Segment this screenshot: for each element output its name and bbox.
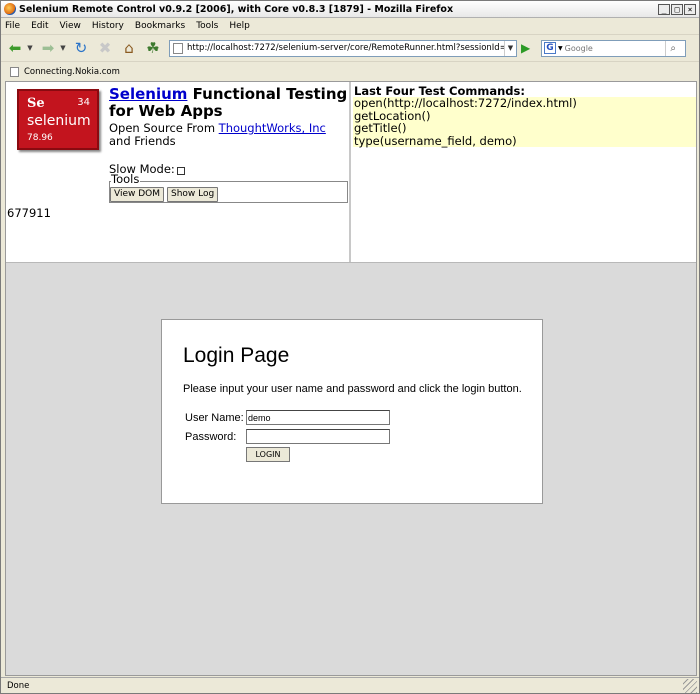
logo-word: selenium [27, 113, 91, 129]
search-icon[interactable]: ⌕ [664, 40, 681, 56]
logo-symbol: Se [27, 96, 45, 111]
status-text: Done [7, 680, 30, 691]
menu-edit[interactable]: Edit [31, 21, 48, 31]
search-input[interactable] [564, 43, 665, 53]
username-row: User Name: [185, 410, 390, 425]
selenium-control-frame: Se 34 selenium 78.96 Selenium Functional… [6, 82, 696, 262]
status-bar: Done [1, 677, 699, 693]
menu-help[interactable]: Help [229, 21, 250, 31]
login-title: Login Page [183, 344, 290, 367]
window-controls: _ □ × [658, 3, 696, 15]
session-id: 677911 [7, 206, 51, 220]
window-title: Selenium Remote Control v0.9.2 [2006], w… [19, 3, 454, 15]
navigation-toolbar: ⬅ ▼ ➡ ▼ ↻ ✖ ⌂ ☘ http://localhost:7272/se… [1, 34, 699, 61]
title-bar: Selenium Remote Control v0.9.2 [2006], w… [1, 1, 699, 18]
password-label: Password: [185, 430, 237, 443]
selenium-info-pane: Se 34 selenium 78.96 Selenium Functional… [6, 82, 351, 262]
menu-bar: File Edit View History Bookmarks Tools H… [1, 18, 699, 34]
login-button[interactable]: LOGIN [246, 447, 290, 462]
forward-arrow-icon[interactable]: ➡ [38, 38, 58, 58]
password-input[interactable] [246, 429, 390, 444]
maximize-button[interactable]: □ [671, 3, 683, 15]
show-log-button[interactable]: Show Log [167, 187, 219, 202]
bookmark-item[interactable]: Connecting.Nokia.com [24, 67, 120, 77]
command-item: open(http://localhost:7272/index.html) [354, 96, 577, 110]
url-dropdown-icon[interactable]: ▼ [504, 40, 516, 56]
browser-window: Selenium Remote Control v0.9.2 [2006], w… [0, 0, 700, 694]
bookmark-page-icon [10, 66, 19, 77]
subtitle-prefix: Open Source From [109, 121, 219, 135]
command-item: getTitle() [354, 121, 407, 135]
selenium-heading: Selenium Functional Testing for Web Apps [109, 86, 349, 120]
forward-dropdown-icon[interactable]: ▼ [59, 38, 67, 58]
selenium-subtitle: Open Source From ThoughtWorks, Inc and F… [109, 122, 349, 148]
command-item: type(username_field, demo) [354, 133, 517, 148]
bookmarks-toolbar: Connecting.Nokia.com [1, 61, 699, 81]
leaf-icon[interactable]: ☘ [143, 38, 163, 58]
selenium-logo: Se 34 selenium 78.96 [17, 89, 99, 150]
content-area: Se 34 selenium 78.96 Selenium Functional… [5, 81, 697, 676]
commands-pane: Last Four Test Commands: open(http://loc… [353, 82, 696, 262]
firefox-icon [4, 3, 16, 15]
menu-tools[interactable]: Tools [196, 21, 218, 31]
resize-grip-icon[interactable] [683, 678, 697, 693]
reload-icon[interactable]: ↻ [71, 38, 91, 58]
username-input[interactable] [246, 410, 390, 425]
search-engine-dropdown-icon[interactable]: ▼ [558, 45, 563, 52]
home-icon[interactable]: ⌂ [119, 38, 139, 58]
url-text[interactable]: http://localhost:7272/selenium-server/co… [187, 43, 504, 53]
thoughtworks-link[interactable]: ThoughtWorks, Inc [219, 121, 326, 135]
minimize-button[interactable]: _ [658, 3, 670, 15]
commands-list: open(http://localhost:7272/index.html) g… [353, 97, 696, 147]
close-button[interactable]: × [684, 3, 696, 15]
subtitle-suffix: and Friends [109, 134, 176, 148]
logo-mass: 78.96 [27, 133, 53, 143]
login-message: Please input your user name and password… [183, 383, 522, 395]
tools-fieldset: Tools View DOM Show Log [109, 173, 348, 203]
go-arrow-icon[interactable]: ▶ [521, 41, 535, 55]
google-icon[interactable]: G [544, 42, 556, 54]
menu-view[interactable]: View [60, 21, 81, 31]
login-box: Login Page Please input your user name a… [161, 319, 543, 504]
password-row: Password: [185, 429, 390, 444]
search-box[interactable]: G ▼ ⌕ [541, 39, 686, 57]
username-label: User Name: [185, 411, 244, 424]
address-bar[interactable]: http://localhost:7272/selenium-server/co… [169, 39, 517, 57]
page-icon [173, 42, 183, 54]
back-dropdown-icon[interactable]: ▼ [26, 38, 34, 58]
back-arrow-icon[interactable]: ⬅ [5, 38, 25, 58]
logo-number: 34 [77, 97, 90, 108]
slow-mode-checkbox[interactable] [176, 166, 185, 175]
view-dom-button[interactable]: View DOM [110, 187, 164, 202]
menu-file[interactable]: File [5, 21, 20, 31]
menu-history[interactable]: History [92, 21, 124, 31]
stop-icon[interactable]: ✖ [95, 38, 115, 58]
menu-bookmarks[interactable]: Bookmarks [135, 21, 185, 31]
tools-legend: Tools [111, 172, 141, 186]
application-frame: Login Page Please input your user name a… [6, 262, 696, 675]
selenium-link[interactable]: Selenium [109, 85, 187, 103]
